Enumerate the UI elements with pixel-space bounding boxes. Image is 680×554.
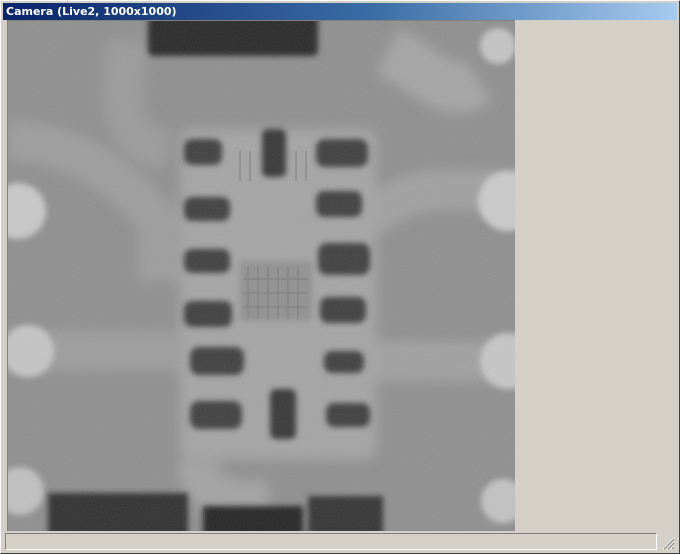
camera-window: Camera (Live2, 1000x1000) xyxy=(0,0,680,554)
camera-live-view[interactable] xyxy=(7,20,515,531)
resize-grip-icon[interactable] xyxy=(661,536,675,550)
window-title: Camera (Live2, 1000x1000) xyxy=(6,5,177,18)
status-bar xyxy=(3,531,677,552)
status-pane xyxy=(5,533,657,550)
xray-image xyxy=(8,21,515,531)
title-bar[interactable]: Camera (Live2, 1000x1000) xyxy=(3,3,677,20)
client-area xyxy=(3,20,677,531)
